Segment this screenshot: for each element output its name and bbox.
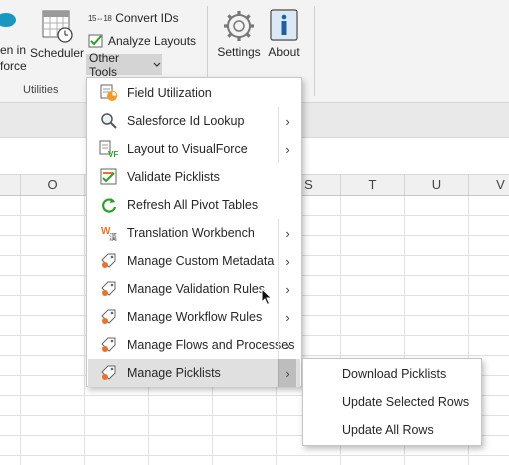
submenu-arrow-icon[interactable]: ›: [278, 247, 296, 275]
tag-icon: [97, 363, 121, 383]
scheduler-icon: [42, 10, 73, 43]
visualforce-icon: VF: [97, 139, 121, 159]
menu-item-manage-custom-metadata[interactable]: Manage Custom Metadata ›: [88, 247, 300, 275]
column-header-blank[interactable]: [0, 175, 21, 195]
menu-item-label: Manage Custom Metadata: [127, 254, 275, 268]
menu-item-manage-flows-and-processes[interactable]: Manage Flows and Processes ›: [88, 331, 300, 359]
menu-item-layout-to-visualforce[interactable]: VF Layout to VisualForce ›: [88, 135, 300, 163]
translation-icon: W漢: [97, 223, 121, 243]
column-header[interactable]: T: [341, 175, 405, 195]
grid-line: [20, 196, 21, 465]
menu-item-label: Translation Workbench: [127, 226, 255, 240]
mouse-cursor-icon: [261, 288, 273, 306]
menu-item-label: Manage Flows and Processes: [127, 338, 295, 352]
menu-item-refresh-pivot-tables[interactable]: Refresh All Pivot Tables: [88, 191, 300, 219]
convert-ids-label: Convert IDs: [115, 11, 179, 25]
menu-item-label: Validate Picklists: [127, 170, 220, 184]
menu-item-translation-workbench[interactable]: W漢 Translation Workbench ›: [88, 219, 300, 247]
menu-item-label: Manage Validation Rules: [127, 282, 266, 296]
submenu-item-download-picklists[interactable]: Download Picklists: [304, 360, 480, 388]
submenu-arrow-icon[interactable]: ›: [278, 135, 296, 163]
about-button[interactable]: About: [265, 8, 303, 60]
convert-ids-icon: 15⇔18: [88, 13, 112, 23]
other-tools-button[interactable]: Other Tools: [86, 51, 162, 79]
open-in-salesforce-button[interactable]: en in force: [0, 8, 27, 74]
submenu-arrow-icon[interactable]: ›: [278, 359, 296, 387]
field-utilization-icon: [97, 83, 121, 103]
column-header[interactable]: U: [405, 175, 469, 195]
scheduler-button[interactable]: Scheduler: [30, 8, 84, 61]
convert-ids-button[interactable]: 15⇔18 Convert IDs: [88, 11, 179, 25]
tag-icon: [97, 335, 121, 355]
analyze-layouts-icon: [88, 34, 103, 48]
settings-button[interactable]: Settings: [216, 8, 262, 60]
about-label: About: [268, 45, 300, 59]
submenu-item-update-all-rows[interactable]: Update All Rows: [304, 416, 480, 444]
menu-item-label: Salesforce Id Lookup: [127, 114, 245, 128]
gear-icon: [224, 11, 254, 41]
menu-item-label: Field Utilization: [127, 86, 212, 100]
open-in-label: en in: [0, 43, 27, 57]
refresh-icon: [97, 195, 121, 215]
menu-item-salesforce-id-lookup[interactable]: Salesforce Id Lookup ›: [88, 107, 300, 135]
checklist-icon: [97, 167, 121, 187]
magnifier-icon: [97, 111, 121, 131]
column-header[interactable]: V: [469, 175, 509, 195]
column-header[interactable]: O: [21, 175, 85, 195]
tag-icon: [97, 279, 121, 299]
menu-item-field-utilization[interactable]: Field Utilization: [88, 79, 300, 107]
chevron-down-icon: [153, 62, 161, 67]
menu-item-validate-picklists[interactable]: Validate Picklists: [88, 163, 300, 191]
other-tools-menu: Field Utilization Salesforce Id Lookup ›…: [86, 77, 302, 387]
submenu-item-update-selected-rows[interactable]: Update Selected Rows: [304, 388, 480, 416]
svg-text:漢: 漢: [109, 232, 117, 242]
tag-icon: [97, 307, 121, 327]
settings-label: Settings: [217, 45, 261, 59]
menu-item-label: Manage Picklists: [127, 366, 221, 380]
submenu-arrow-icon[interactable]: ›: [278, 275, 296, 303]
tag-icon: [97, 251, 121, 271]
grid-line: [84, 196, 85, 465]
menu-item-label: Refresh All Pivot Tables: [127, 198, 259, 212]
salesforce-cloud-icon: [0, 13, 16, 27]
menu-item-manage-picklists[interactable]: Manage Picklists ›: [88, 359, 300, 387]
analyze-layouts-label: Analyze Layouts: [108, 34, 197, 48]
menu-item-label: Manage Workflow Rules: [127, 310, 263, 324]
open-in-label-2: force: [0, 59, 27, 73]
info-icon: [270, 9, 298, 41]
analyze-layouts-button[interactable]: Analyze Layouts: [88, 33, 196, 49]
menu-item-manage-workflow-rules[interactable]: Manage Workflow Rules ›: [88, 303, 300, 331]
other-tools-label: Other Tools: [89, 50, 120, 79]
menu-item-label: Layout to VisualForce: [127, 142, 248, 156]
ribbon-end-separator: [314, 6, 315, 96]
svg-text:VF: VF: [108, 150, 118, 158]
submenu-arrow-icon[interactable]: ›: [278, 219, 296, 247]
submenu-arrow-icon[interactable]: ›: [278, 107, 296, 135]
manage-picklists-submenu: Download Picklists Update Selected Rows …: [302, 358, 482, 446]
scheduler-label: Scheduler: [29, 46, 85, 60]
utilities-group-label: Utilities: [23, 84, 59, 96]
submenu-arrow-icon[interactable]: ›: [278, 303, 296, 331]
submenu-arrow-icon[interactable]: ›: [278, 331, 296, 359]
